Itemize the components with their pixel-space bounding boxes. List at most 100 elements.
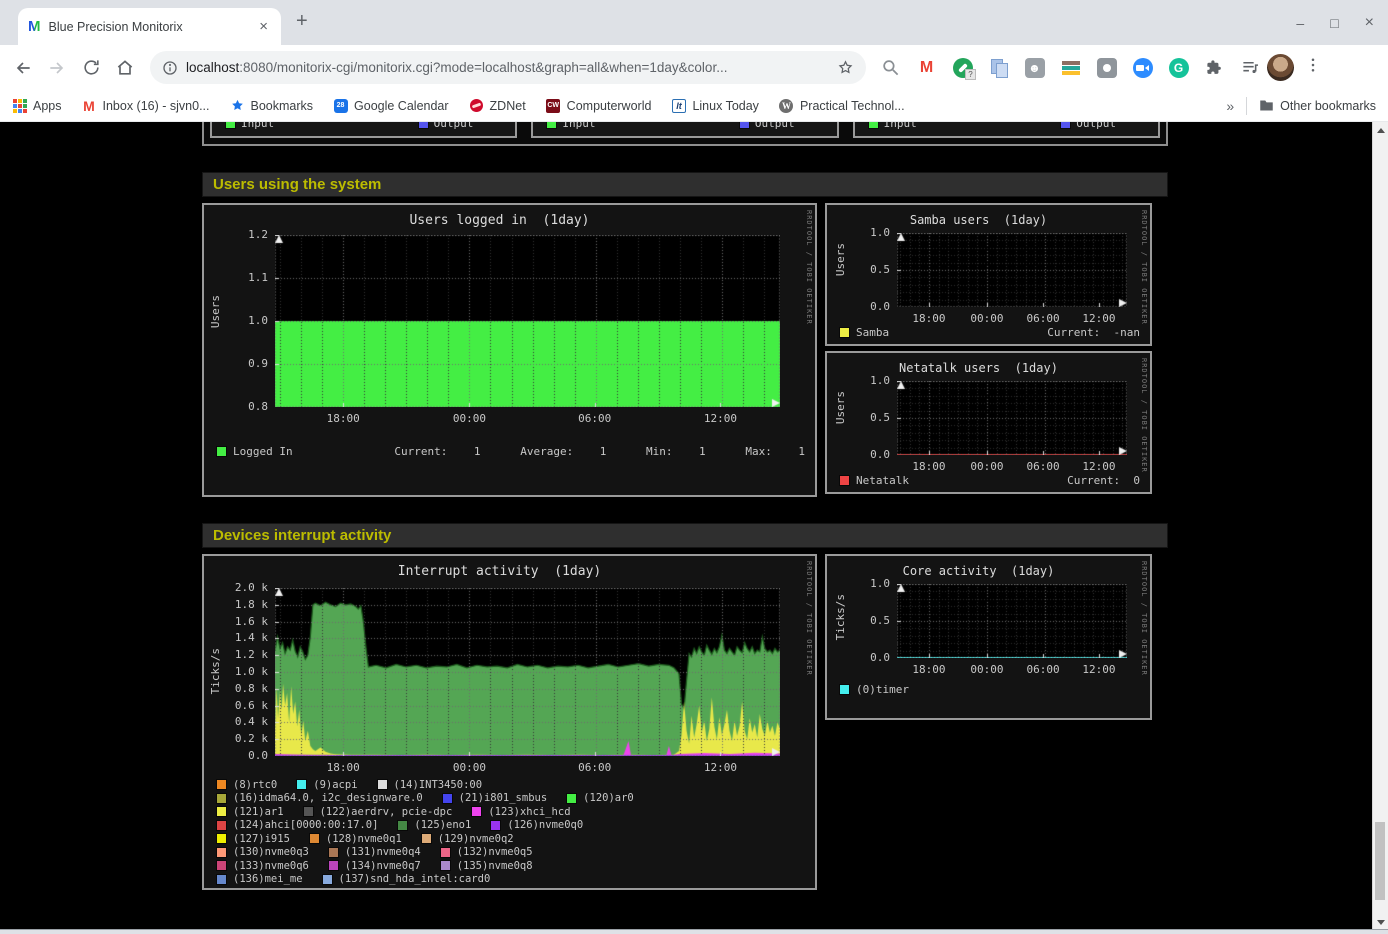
bookmark-star[interactable]: Bookmarks [230, 98, 314, 113]
books-icon[interactable] [1060, 57, 1081, 78]
legend-swatch [217, 848, 226, 857]
legend-swatch [567, 794, 576, 803]
y-tick-label: 0.8 k [235, 682, 268, 695]
bookmark-wp[interactable]: WPractical Technol... [779, 98, 905, 113]
bulb-box-icon[interactable] [1096, 57, 1117, 78]
copy-icon[interactable] [988, 57, 1009, 78]
browser-toolbar: localhost:8080/monitorix-cgi/monitorix.c… [0, 45, 1388, 90]
window-minimize-button[interactable]: – [1296, 16, 1304, 30]
bookmark-label: Bookmarks [251, 99, 314, 113]
scrollbar-thumb[interactable] [1375, 822, 1385, 900]
browser-tab[interactable]: M Blue Precision Monitorix × [18, 8, 281, 45]
legend-swatch [840, 328, 849, 337]
plot-area: 1.00.50.018:0000:0006:0012:00 [897, 233, 1127, 307]
y-tick-label: 0.5 [870, 614, 890, 627]
interrupt-activity-graph[interactable]: Interrupt activity (1day) RRDTOOL / TOBI… [202, 554, 817, 890]
window-maximize-button[interactable]: □ [1330, 16, 1338, 30]
legend-swatch [840, 685, 849, 694]
graph-title: Core activity (1day) [867, 564, 1090, 578]
graph-title: Interrupt activity (1day) [244, 564, 755, 579]
new-tab-button[interactable]: + [296, 10, 308, 33]
phone-icon[interactable]: ? [952, 57, 973, 78]
partial-graph-panel[interactable]: InputOutput [853, 122, 1160, 138]
legend-output: Output [740, 122, 795, 130]
legend-row: SambaCurrent: -nan [840, 326, 1140, 339]
x-tick-label: 06:00 [578, 412, 611, 425]
address-bar[interactable]: localhost:8080/monitorix-cgi/monitorix.c… [150, 51, 866, 84]
users-logged-in-graph[interactable]: Users logged in (1day) RRDTOOL / TOBI OE… [202, 203, 817, 497]
output-swatch [1061, 122, 1070, 128]
legend-swatch [491, 821, 500, 830]
search-icon[interactable] [880, 57, 901, 78]
partial-graph-panel[interactable]: InputOutput [210, 122, 517, 138]
window-close-button[interactable]: × [1365, 15, 1374, 31]
bookmarks-divider [1246, 97, 1247, 115]
x-tick-label: 06:00 [1026, 312, 1059, 325]
bookmark-cw[interactable]: CWComputerworld [546, 98, 652, 113]
legend-input: Input [547, 122, 595, 130]
window-titlebar: M Blue Precision Monitorix × + – □ × [0, 0, 1388, 45]
site-info-icon[interactable] [162, 60, 178, 76]
legend-swatch [329, 848, 338, 857]
legend-swatch [472, 807, 481, 816]
bookmark-lt[interactable]: ltLinux Today [671, 98, 759, 113]
playlist-icon[interactable] [1240, 57, 1261, 78]
folder-icon [1259, 98, 1274, 113]
rrdtool-watermark: RRDTOOL / TOBI OETIKER [1140, 358, 1148, 473]
y-axis-label: Ticks/s [209, 648, 222, 694]
legend-swatch [441, 848, 450, 857]
y-tick-label: 0.4 k [235, 715, 268, 728]
bookmark-label: ZDNet [490, 99, 526, 113]
tab-close-icon[interactable]: × [256, 18, 271, 35]
y-tick-label: 1.2 [248, 228, 268, 241]
section-users-header: Users using the system [202, 172, 1168, 197]
x-tick-label: 06:00 [1026, 663, 1059, 676]
zoom-camera-icon[interactable] [1132, 57, 1153, 78]
samba-users-graph[interactable]: Samba users (1day) RRDTOOL / TOBI OETIKE… [825, 203, 1152, 346]
legend-item: (131)nvme0q4 [329, 846, 421, 858]
bookmarks-overflow-chevron[interactable]: » [1226, 98, 1234, 114]
legend-output: Output [419, 122, 474, 130]
back-button[interactable] [10, 55, 36, 81]
y-tick-label: 0.2 k [235, 732, 268, 745]
reload-button[interactable] [78, 55, 104, 81]
grammarly-icon[interactable]: G [1168, 57, 1189, 78]
bookmark-gcal[interactable]: 28Google Calendar [333, 98, 449, 113]
puzzle-icon[interactable] [1204, 57, 1225, 78]
home-button[interactable] [112, 55, 138, 81]
scrollbar-up-icon[interactable] [1373, 122, 1388, 138]
partial-graph-panel[interactable]: Input Output [531, 122, 838, 138]
legend-row: NetatalkCurrent: 0 [840, 474, 1140, 487]
legend-item: (124)ahci[0000:00:17.0] [217, 819, 378, 831]
scrollbar-down-icon[interactable] [1373, 914, 1388, 930]
wp-icon: W [779, 98, 794, 113]
legend-row: (0)timer [840, 683, 1140, 696]
y-tick-label: 0.6 k [235, 699, 268, 712]
bookmark-star-icon[interactable] [837, 59, 854, 76]
profile-avatar[interactable] [1267, 54, 1294, 81]
person-box-icon[interactable]: ☻ [1024, 57, 1045, 78]
other-bookmarks-folder[interactable]: Other bookmarks [1259, 98, 1376, 113]
lt-icon: lt [671, 98, 686, 113]
url-text[interactable]: localhost:8080/monitorix-cgi/monitorix.c… [186, 60, 837, 75]
core-activity-graph[interactable]: Core activity (1day) RRDTOOL / TOBI OETI… [825, 554, 1152, 720]
y-tick-label: 0.0 [248, 749, 268, 762]
page-scrollbar[interactable] [1372, 122, 1388, 930]
bookmark-zdnet[interactable]: ZDNet [469, 98, 526, 113]
forward-button[interactable] [44, 55, 70, 81]
netatalk-users-graph[interactable]: Netatalk users (1day) RRDTOOL / TOBI OET… [825, 351, 1152, 494]
browser-menu-icon[interactable] [1304, 56, 1322, 79]
x-tick-label: 12:00 [1082, 663, 1115, 676]
x-tick-label: 06:00 [578, 761, 611, 774]
bookmark-apps[interactable]: Apps [12, 98, 62, 113]
bookmark-gmail[interactable]: MInbox (16) - sjvn0... [82, 98, 210, 113]
legend-item: (133)nvme0q6 [217, 860, 309, 872]
window-bottom-edge [0, 929, 1388, 934]
legend-item: (134)nvme0q7 [329, 860, 421, 872]
legend-item: (8)rtc0 [217, 779, 277, 791]
gmail-icon[interactable]: M [916, 57, 937, 78]
legend-item: (126)nvme0q0 [491, 819, 583, 831]
legend-item: (9)acpi [297, 779, 357, 791]
legend-item: (123)xhci_hcd [472, 806, 570, 818]
y-axis-label: Users [834, 243, 847, 276]
